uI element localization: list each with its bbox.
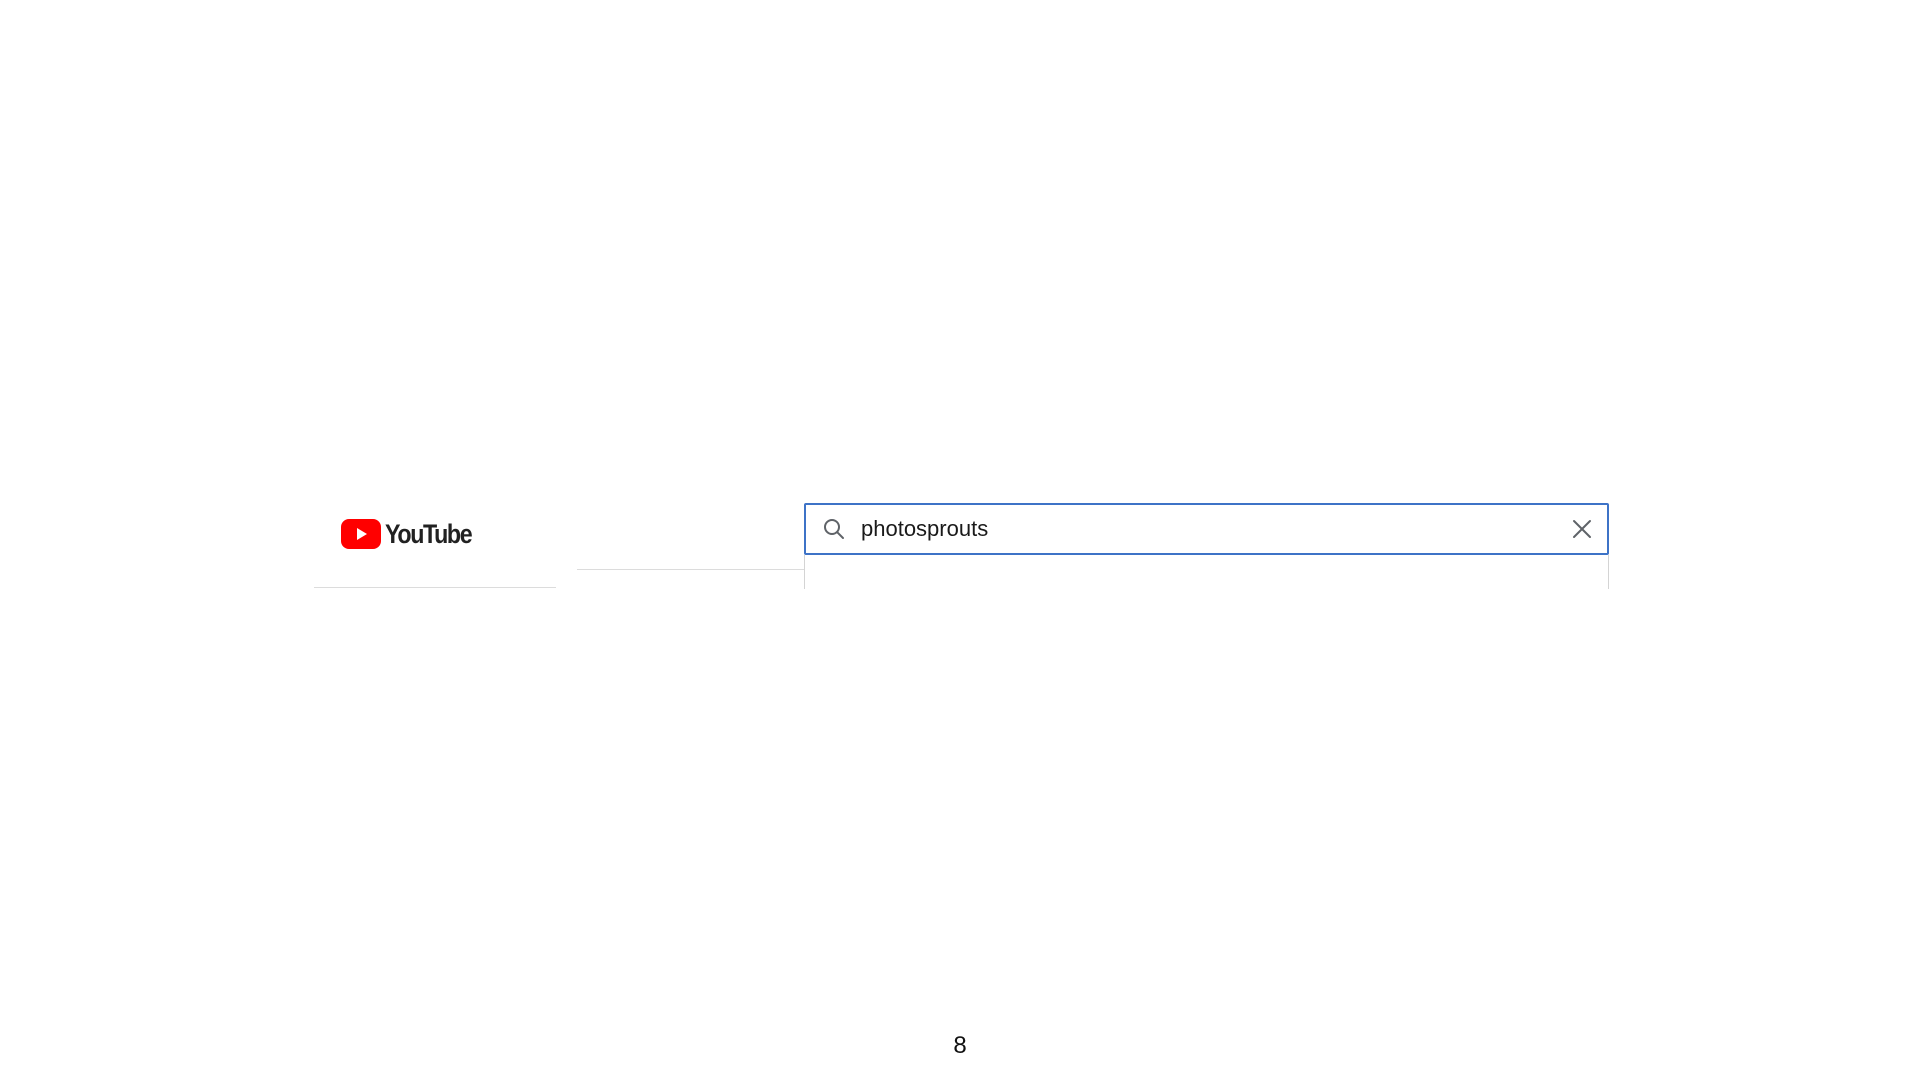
search-icon: [821, 516, 847, 542]
header-divider-left: [314, 587, 556, 588]
header-divider-middle: [577, 569, 819, 570]
slide-page: YouTube 8: [0, 0, 1920, 1080]
search-suggestions-dropdown: [804, 555, 1609, 589]
youtube-logo-text: YouTube: [385, 518, 473, 549]
search-input[interactable]: [861, 514, 1541, 544]
screenshot-strip: YouTube: [314, 497, 1614, 589]
youtube-logo[interactable]: YouTube: [341, 516, 485, 552]
page-number: 8: [953, 1032, 967, 1059]
search-box[interactable]: [804, 503, 1609, 555]
close-icon[interactable]: [1571, 518, 1593, 540]
play-button-icon: [341, 519, 381, 549]
